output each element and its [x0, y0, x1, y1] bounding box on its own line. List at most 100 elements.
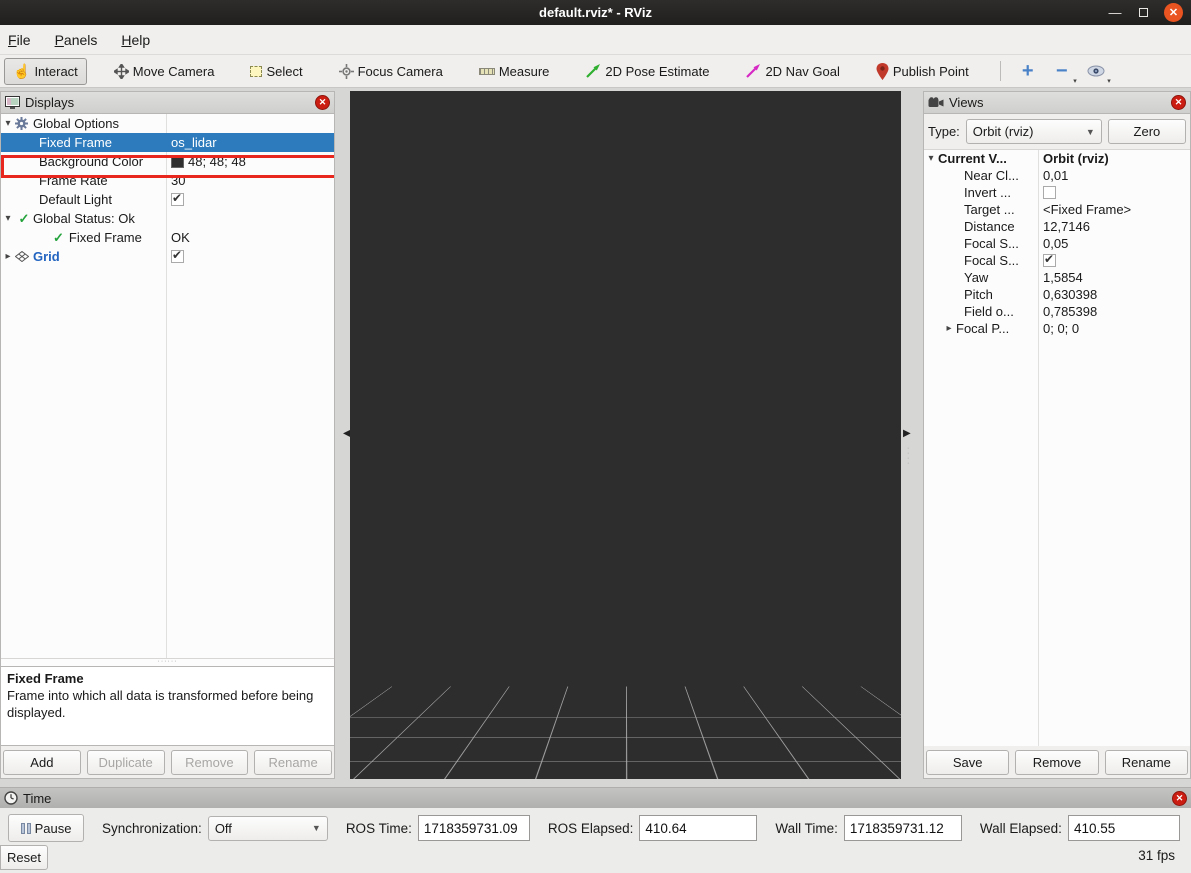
collapse-arrow-icon[interactable]: ▾ — [1, 213, 15, 224]
tool-focus-camera[interactable]: Focus Camera — [330, 59, 452, 84]
wall-time-label: Wall Time: — [775, 821, 838, 836]
monitor-icon — [5, 96, 20, 110]
right-splitter-collapse-arrow[interactable]: ▶ — [903, 428, 911, 439]
tool-interact[interactable]: ☝ Interact — [4, 58, 87, 85]
frame-rate-value[interactable]: 30 — [166, 171, 334, 190]
ros-elapsed-field[interactable] — [639, 815, 757, 841]
tool-select[interactable]: Select — [241, 59, 311, 84]
row-pitch[interactable]: Pitch 0,630398 — [924, 286, 1190, 303]
row-fixed-frame-status[interactable]: ✓ Fixed Frame OK — [1, 228, 334, 247]
row-global-status[interactable]: ▾ ✓ Global Status: Ok — [1, 209, 334, 228]
row-yaw[interactable]: Yaw 1,5854 — [924, 269, 1190, 286]
time-panel-header[interactable]: Time ✕ — [0, 788, 1191, 808]
view-type-dropdown[interactable]: Orbit (rviz) ▼ — [966, 119, 1102, 144]
wall-elapsed-field[interactable] — [1068, 815, 1180, 841]
displays-panel-header[interactable]: Displays ✕ — [1, 92, 334, 114]
save-button[interactable]: Save — [926, 750, 1009, 775]
tree-item-label: Fixed Frame — [69, 230, 142, 245]
tool-2d-nav-goal[interactable]: 2D Nav Goal — [736, 58, 848, 84]
row-grid[interactable]: ▸ Grid — [1, 247, 334, 266]
focal-shape-size-value[interactable]: 0,05 — [1038, 235, 1190, 252]
description-splitter-handle[interactable]: ······ — [1, 658, 334, 666]
menu-panels[interactable]: Panels — [55, 32, 98, 48]
near-clip-value[interactable]: 0,01 — [1038, 167, 1190, 184]
grid-enabled-checkbox[interactable] — [171, 250, 184, 263]
row-focal-shape-size[interactable]: Focal S... 0,05 — [924, 235, 1190, 252]
menu-file[interactable]: File — [8, 32, 31, 48]
maximize-button[interactable] — [1136, 6, 1150, 20]
views-close-icon[interactable]: ✕ — [1171, 95, 1186, 110]
field-of-view-value[interactable]: 0,785398 — [1038, 303, 1190, 320]
expand-arrow-icon[interactable]: ▸ — [942, 323, 956, 334]
green-arrow-icon — [585, 63, 601, 79]
views-panel-header[interactable]: Views ✕ — [924, 92, 1190, 114]
pitch-value[interactable]: 0,630398 — [1038, 286, 1190, 303]
yaw-value[interactable]: 1,5854 — [1038, 269, 1190, 286]
tool-label: Move Camera — [133, 64, 215, 79]
time-close-icon[interactable]: ✕ — [1172, 791, 1187, 806]
row-fixed-frame[interactable]: Fixed Frame os_lidar — [1, 133, 334, 152]
row-focal-shape-fixed[interactable]: Focal S... — [924, 252, 1190, 269]
tool-label: Interact — [34, 64, 77, 79]
minimize-button[interactable]: — — [1108, 6, 1122, 20]
type-label: Type: — [928, 124, 960, 139]
collapse-arrow-icon[interactable]: ▾ — [1, 118, 15, 129]
grid-display-icon — [15, 251, 33, 262]
view-type-row: Type: Orbit (rviz) ▼ Zero — [924, 114, 1190, 150]
3d-viewport[interactable] — [350, 91, 901, 779]
menu-help[interactable]: Help — [121, 32, 150, 48]
target-frame-value[interactable]: <Fixed Frame> — [1038, 201, 1190, 218]
distance-value[interactable]: 12,7146 — [1038, 218, 1190, 235]
row-global-options[interactable]: ▾ Global Options — [1, 114, 334, 133]
tool-2d-pose-estimate[interactable]: 2D Pose Estimate — [576, 58, 718, 84]
displays-close-icon[interactable]: ✕ — [315, 95, 330, 110]
row-current-view[interactable]: ▾ Current V... Orbit (rviz) — [924, 150, 1190, 167]
views-rename-button[interactable]: Rename — [1105, 750, 1188, 775]
invert-z-checkbox[interactable] — [1043, 186, 1056, 199]
close-button[interactable]: ✕ — [1164, 3, 1183, 22]
pause-button[interactable]: Pause — [8, 814, 84, 842]
row-near-clip[interactable]: Near Cl... 0,01 — [924, 167, 1190, 184]
focal-point-value[interactable]: 0; 0; 0 — [1038, 320, 1190, 337]
views-panel: Views ✕ Type: Orbit (rviz) ▼ Zero ▾ Curr… — [923, 91, 1191, 779]
tree-item-label: Near Cl... — [964, 168, 1019, 183]
add-button[interactable]: Add — [3, 750, 81, 775]
ros-time-field[interactable] — [418, 815, 530, 841]
fixed-frame-value[interactable]: os_lidar — [166, 133, 334, 152]
row-default-light[interactable]: Default Light — [1, 190, 334, 209]
tool-measure[interactable]: Measure — [470, 59, 559, 84]
row-frame-rate[interactable]: Frame Rate 30 — [1, 171, 334, 190]
row-background-color[interactable]: Background Color 48; 48; 48 — [1, 152, 334, 171]
gear-icon — [15, 117, 33, 130]
zero-button[interactable]: Zero — [1108, 119, 1186, 144]
row-invert-z[interactable]: Invert ... — [924, 184, 1190, 201]
background-color-value[interactable]: 48; 48; 48 — [188, 154, 246, 169]
collapse-arrow-icon[interactable]: ▾ — [924, 153, 938, 164]
tree-item-label: Focal S... — [964, 236, 1019, 251]
splitter-handle-dots[interactable]: ···· — [907, 446, 909, 466]
remove-button: Remove — [171, 750, 249, 775]
window-title: default.rviz* - RViz — [0, 5, 1191, 20]
default-light-checkbox[interactable] — [171, 193, 184, 206]
reset-button[interactable]: Reset — [0, 845, 48, 870]
wall-time-field[interactable] — [844, 815, 962, 841]
remove-tool-button[interactable]: − ▾ — [1049, 59, 1075, 83]
synchronization-dropdown[interactable]: Off ▼ — [208, 816, 328, 841]
selection-box-icon — [250, 66, 262, 77]
move-arrows-icon — [114, 64, 129, 79]
current-view-value: Orbit (rviz) — [1038, 150, 1190, 167]
time-controls: Pause Synchronization: Off ▼ ROS Time: R… — [0, 811, 1191, 845]
focal-shape-fixed-checkbox[interactable] — [1043, 254, 1056, 267]
row-distance[interactable]: Distance 12,7146 — [924, 218, 1190, 235]
row-target-frame[interactable]: Target ... <Fixed Frame> — [924, 201, 1190, 218]
add-tool-button[interactable]: + — [1015, 59, 1041, 83]
expand-arrow-icon[interactable]: ▸ — [1, 251, 15, 262]
views-remove-button[interactable]: Remove — [1015, 750, 1098, 775]
clock-icon — [4, 791, 18, 805]
tool-publish-point[interactable]: Publish Point — [867, 58, 978, 85]
row-field-of-view[interactable]: Field o... 0,785398 — [924, 303, 1190, 320]
row-focal-point[interactable]: ▸ Focal P... 0; 0; 0 — [924, 320, 1190, 337]
tool-move-camera[interactable]: Move Camera — [105, 59, 224, 84]
chevron-down-icon: ▼ — [312, 823, 321, 833]
tool-visibility-button[interactable]: ▾ — [1083, 59, 1109, 83]
